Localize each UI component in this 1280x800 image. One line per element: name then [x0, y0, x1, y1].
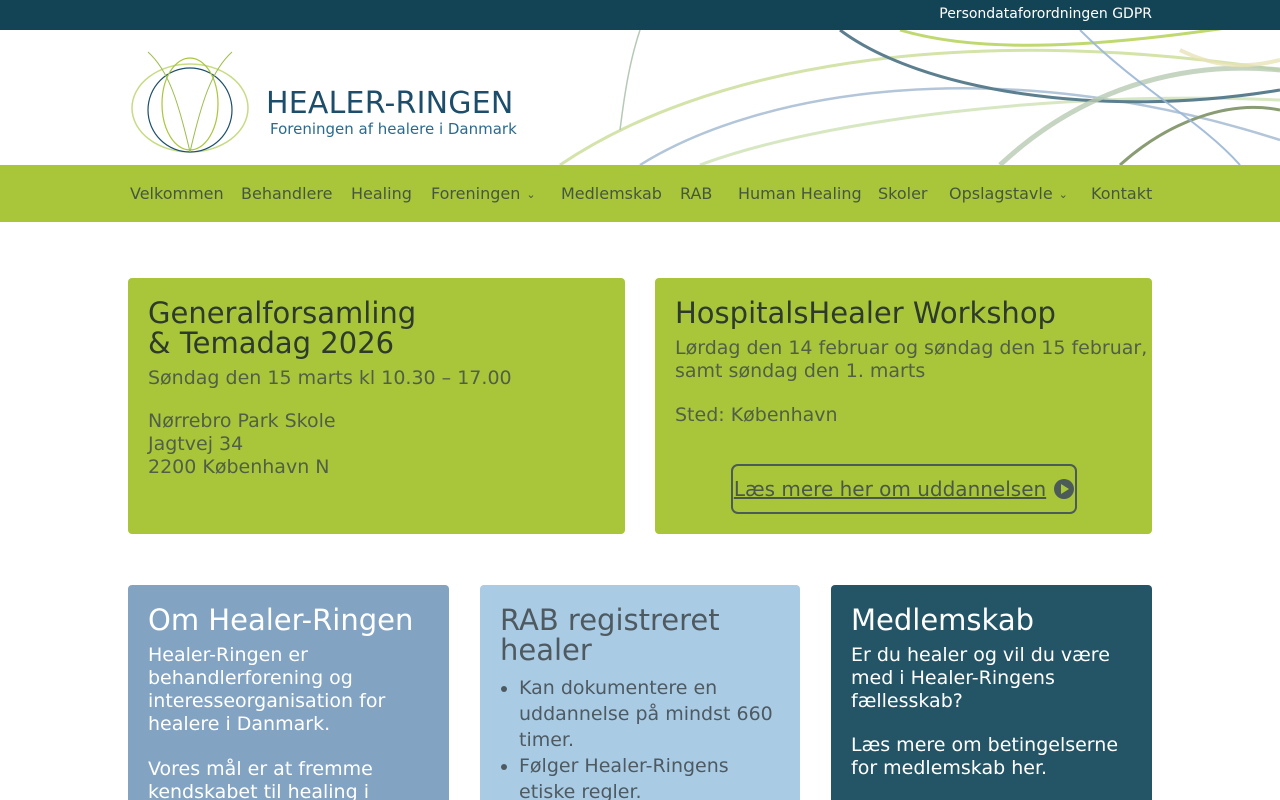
nav-item-rab[interactable]: RAB: [680, 184, 712, 203]
about-goal-text: Vores mål er at fremme kendskabet til he…: [148, 758, 373, 800]
top-bar: Persondataforordningen GDPR: [0, 0, 1280, 30]
membership-question-line: med i Healer-Ringens: [851, 667, 1055, 689]
logo-subtitle: Foreningen af healere i Danmark: [270, 120, 517, 138]
nav-label: Behandlere: [241, 184, 333, 203]
nav-item-kontakt[interactable]: Kontakt: [1091, 184, 1152, 203]
nav-label: Opslagstavle: [949, 184, 1053, 203]
main-nav: Velkommen Behandlere Healing Foreningen ⌄…: [0, 165, 1280, 222]
membership-conditions-line: Læs mere om betingelserne: [851, 734, 1119, 756]
nav-item-skoler[interactable]: Skoler: [878, 184, 928, 203]
about-text-line: interesseorganisation for: [148, 690, 386, 712]
info-card-about: Om Healer-Ringen Healer-Ringen er behand…: [128, 585, 449, 800]
nav-label: Foreningen: [431, 184, 521, 203]
button-label: Læs mere her om uddannelsen: [733, 477, 1047, 501]
about-goal-line: kendskabet til healing i: [148, 781, 369, 800]
nav-item-behandlere[interactable]: Behandlere: [241, 184, 332, 203]
rab-title: RAB registreret healer: [500, 605, 720, 665]
address-line: 2200 København N: [148, 456, 330, 478]
info-card-membership: Medlemskab Er du healer og vil du være m…: [831, 585, 1152, 800]
info-card-rab: RAB registreret healer Kan dokumentere e…: [480, 585, 800, 800]
event-card-generalforsamling: Generalforsamling & Temadag 2026 Søndag …: [128, 278, 625, 534]
workshop-dates-line: Lørdag den 14 februar og søndag den 15 f…: [675, 337, 1148, 359]
nav-item-opslagstavle[interactable]: Opslagstavle ⌄: [949, 184, 1068, 203]
nav-label: Skoler: [878, 184, 928, 203]
nav-item-human-healing[interactable]: Human Healing: [738, 184, 862, 203]
chevron-down-icon: ⌄: [1058, 188, 1068, 201]
membership-question-line: Er du healer og vil du være: [851, 644, 1110, 666]
nav-item-medlemskab[interactable]: Medlemskab: [561, 184, 662, 203]
rab-requirements-list: Kan dokumentere en uddannelse på mindst …: [480, 675, 780, 800]
workshop-dates: Lørdag den 14 februar og søndag den 15 f…: [675, 337, 1147, 383]
membership-conditions-link[interactable]: Læs mere om betingelserne for medlemskab…: [851, 734, 1118, 780]
membership-title: Medlemskab: [851, 603, 1034, 637]
about-text: Healer-Ringen er behandlerforening og in…: [148, 644, 385, 736]
site-logo[interactable]: HEALER-RINGEN Foreningen af healere i Da…: [128, 40, 517, 155]
rab-title-line: RAB registreret: [500, 603, 720, 637]
membership-question: Er du healer og vil du være med i Healer…: [851, 644, 1110, 713]
site-header: HEALER-RINGEN Foreningen af healere i Da…: [0, 30, 1280, 165]
event-date: Søndag den 15 marts kl 10.30 – 17.00: [148, 367, 512, 389]
logo-title: HEALER-RINGEN: [266, 86, 514, 121]
about-title: Om Healer-Ringen: [148, 603, 414, 637]
chevron-down-icon: ⌄: [526, 188, 536, 201]
address-line: Nørrebro Park Skole: [148, 410, 336, 432]
nav-item-velkommen[interactable]: Velkommen: [130, 184, 224, 203]
about-text-line: Healer-Ringen er: [148, 644, 308, 666]
nav-label: Healing: [351, 184, 412, 203]
rab-title-line: healer: [500, 633, 592, 667]
nav-label: Medlemskab: [561, 184, 662, 203]
workshop-title: HospitalsHealer Workshop: [675, 296, 1056, 330]
about-text-line: behandlerforening og: [148, 667, 353, 689]
nav-label: Velkommen: [130, 184, 224, 203]
address-line: Jagtvej 34: [148, 433, 244, 455]
event-title-line: Generalforsamling: [148, 296, 417, 330]
play-circle-icon: [1054, 479, 1075, 499]
nav-item-healing[interactable]: Healing: [351, 184, 412, 203]
nav-label: RAB: [680, 184, 713, 203]
workshop-place: Sted: København: [675, 404, 838, 426]
nav-label: Human Healing: [738, 184, 862, 203]
list-item: Følger Healer-Ringens etiske regler.: [519, 753, 780, 800]
read-more-education-button[interactable]: Læs mere her om uddannelsen: [731, 464, 1077, 514]
membership-conditions-line: for medlemskab her.: [851, 757, 1048, 779]
lotus-emblem-icon: [131, 51, 249, 153]
event-address: Nørrebro Park Skole Jagtvej 34 2200 Købe…: [148, 410, 336, 479]
event-card-workshop: HospitalsHealer Workshop Lørdag den 14 f…: [655, 278, 1152, 534]
membership-question-line: fællesskab?: [851, 690, 963, 712]
nav-label: Kontakt: [1091, 184, 1153, 203]
nav-item-foreningen[interactable]: Foreningen ⌄: [431, 184, 536, 203]
event-title: Generalforsamling & Temadag 2026: [148, 298, 416, 358]
about-goal-line: Vores mål er at fremme: [148, 758, 373, 780]
event-title-line: & Temadag 2026: [148, 326, 395, 360]
workshop-dates-line: samt søndag den 1. marts: [675, 360, 926, 382]
list-item: Kan dokumentere en uddannelse på mindst …: [519, 675, 780, 753]
about-text-line: healere i Danmark.: [148, 713, 331, 735]
gdpr-link[interactable]: Persondataforordningen GDPR: [939, 6, 1152, 22]
